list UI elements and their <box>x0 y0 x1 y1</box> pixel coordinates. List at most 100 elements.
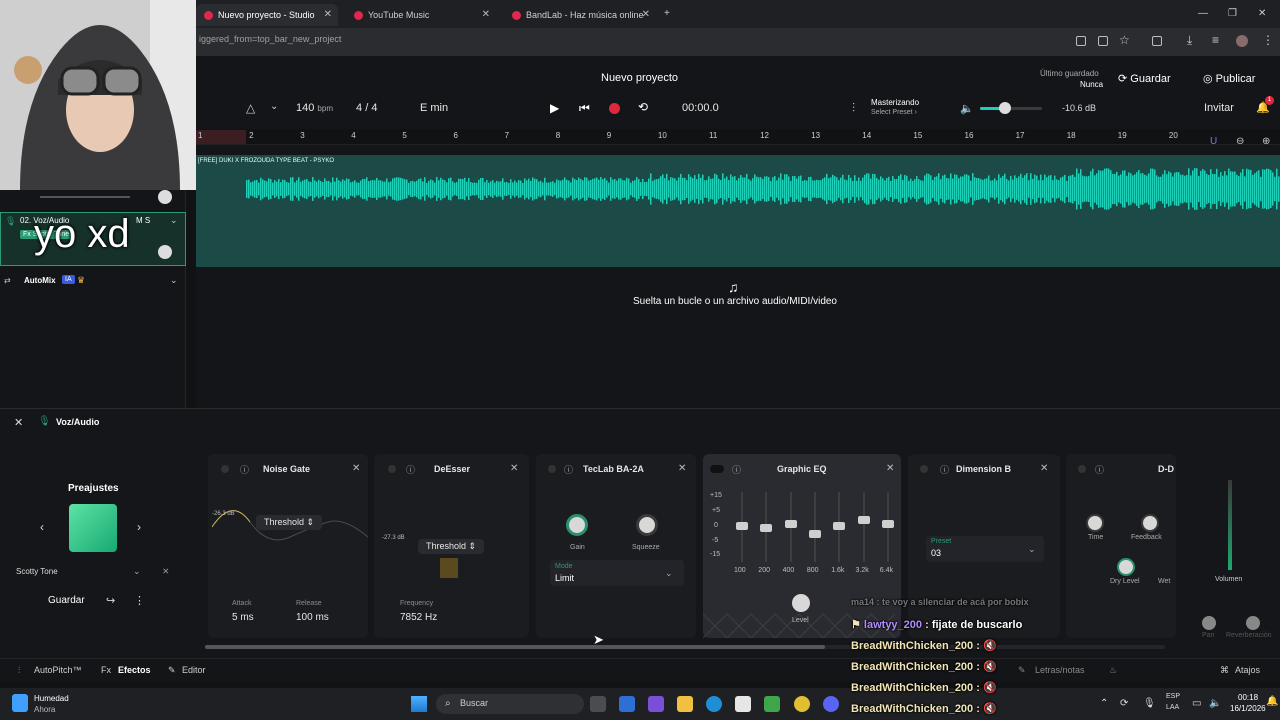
volume-meter[interactable] <box>1228 480 1232 570</box>
star-icon[interactable]: ☆ <box>1119 33 1130 47</box>
reverb-knob[interactable] <box>1246 616 1260 630</box>
automix-label[interactable]: AutoMix <box>24 276 56 285</box>
mute-solo-buttons[interactable]: M S <box>136 216 150 225</box>
master-volume-handle[interactable] <box>999 102 1011 114</box>
autopitch-tab[interactable]: AutoPitch™ <box>34 665 82 675</box>
info-icon[interactable]: ⓘ <box>940 463 949 476</box>
maximize-icon[interactable]: ❐ <box>1228 8 1237 19</box>
new-tab-icon[interactable]: + <box>664 8 670 19</box>
more-icon[interactable]: ⋮ <box>134 594 145 607</box>
key-selector[interactable]: E min <box>420 102 448 114</box>
skip-back-icon[interactable]: ⏮ <box>579 101 590 116</box>
editor-tab[interactable]: Editor <box>182 665 206 675</box>
share-icon[interactable]: ↪ <box>106 594 115 607</box>
power-toggle[interactable] <box>1078 465 1086 473</box>
clear-preset-icon[interactable]: ⨯ <box>162 566 170 577</box>
squeeze-knob[interactable] <box>636 514 658 536</box>
threshold-selector[interactable]: Threshold ⇕ <box>418 539 485 554</box>
translate-icon[interactable] <box>1076 36 1086 46</box>
mastering-preset[interactable]: Select Preset › <box>871 109 917 116</box>
pan-knob[interactable] <box>158 245 172 259</box>
teams-icon[interactable] <box>648 696 664 712</box>
close-icon[interactable]: ✕ <box>886 463 894 474</box>
chevron-down-icon[interactable]: ⌄ <box>270 101 278 112</box>
power-toggle[interactable] <box>548 465 556 473</box>
frequency-value[interactable]: 7852 Hz <box>400 612 437 623</box>
profile-avatar[interactable] <box>1236 35 1248 47</box>
tab-youtube-music[interactable]: YouTube Music ✕ <box>346 4 496 26</box>
threshold-selector[interactable]: Threshold ⇕ <box>256 515 323 530</box>
media-icon[interactable]: ≡ <box>1212 33 1219 47</box>
eq-fader-handle[interactable] <box>857 516 870 524</box>
close-tab-icon[interactable]: ✕ <box>482 4 490 26</box>
microphone-icon[interactable]: 🎙 <box>1143 698 1156 709</box>
publish-button[interactable]: ◎ Publicar <box>1203 72 1255 85</box>
volume-icon[interactable]: 🔈 <box>960 102 974 115</box>
download-icon[interactable]: ⤓ <box>1187 33 1192 48</box>
chevron-right-icon[interactable]: › <box>137 520 141 534</box>
release-value[interactable]: 100 ms <box>296 612 329 623</box>
record-button[interactable] <box>609 103 620 114</box>
eq-fader-handle[interactable] <box>784 520 797 528</box>
dry-level-knob[interactable] <box>1117 558 1135 576</box>
info-icon[interactable]: ⓘ <box>564 463 573 476</box>
sync-icon[interactable]: ⟳ <box>1120 698 1128 709</box>
discord-icon[interactable] <box>823 696 839 712</box>
task-view-icon[interactable] <box>590 696 606 712</box>
pan-knob[interactable] <box>1202 616 1216 630</box>
loop-icon[interactable]: ⟲ <box>638 100 648 114</box>
attack-value[interactable]: 5 ms <box>232 612 254 623</box>
close-window-icon[interactable]: ✕ <box>1258 8 1266 19</box>
eq-fader-handle[interactable] <box>833 522 846 530</box>
gain-knob[interactable] <box>566 514 588 536</box>
shortcuts-button[interactable]: Atajos <box>1235 665 1260 675</box>
chevron-down-icon[interactable]: ⌄ <box>133 566 141 577</box>
eq-fader-handle[interactable] <box>808 530 821 538</box>
volume-knob[interactable] <box>158 190 172 204</box>
language-top[interactable]: ESP <box>1166 693 1180 700</box>
weather-title[interactable]: Humedad <box>34 694 69 703</box>
project-title[interactable]: Nuevo proyecto <box>601 72 678 84</box>
track-volume-slider[interactable] <box>40 196 130 198</box>
power-toggle[interactable] <box>710 465 724 473</box>
file-explorer-icon[interactable] <box>677 696 693 712</box>
preset-name[interactable]: Scotty Tone <box>16 567 58 576</box>
info-icon[interactable]: ⓘ <box>732 463 741 476</box>
eq-fader-track[interactable] <box>813 492 816 562</box>
close-tab-icon[interactable]: ✕ <box>324 4 332 26</box>
power-toggle[interactable] <box>920 465 928 473</box>
save-preset-button[interactable]: Guardar <box>48 595 85 606</box>
speaker-icon[interactable]: 🔈 <box>1209 698 1221 709</box>
close-icon[interactable]: ✕ <box>678 463 686 474</box>
chevron-left-icon[interactable]: ‹ <box>40 520 44 534</box>
save-button[interactable]: ⟳ Guardar <box>1118 72 1171 85</box>
close-tab-icon[interactable]: ✕ <box>642 4 650 26</box>
menu-icon[interactable]: ⋮ <box>1262 33 1274 47</box>
xbox-icon[interactable] <box>764 696 780 712</box>
start-icon[interactable] <box>411 696 427 712</box>
metronome-icon[interactable]: △ <box>246 101 255 115</box>
close-icon[interactable]: ✕ <box>352 463 360 474</box>
preset-thumbnail[interactable] <box>69 504 117 552</box>
invite-button[interactable]: Invitar <box>1204 102 1234 114</box>
eq-fader-handle[interactable] <box>881 520 894 528</box>
eq-fader-handle[interactable] <box>760 524 773 532</box>
power-toggle[interactable] <box>221 465 229 473</box>
info-icon[interactable]: ⓘ <box>240 463 249 476</box>
chrome-icon[interactable] <box>794 696 810 712</box>
info-icon[interactable]: ⓘ <box>406 463 415 476</box>
edge-icon[interactable] <box>706 696 722 712</box>
eq-fader-track[interactable] <box>862 492 865 562</box>
cast-icon[interactable] <box>1098 36 1108 46</box>
chevron-down-icon[interactable]: ⌄ <box>170 275 178 286</box>
store-icon[interactable] <box>735 696 751 712</box>
mastering-title[interactable]: Masterizando <box>871 98 919 107</box>
taskbar-search[interactable]: Buscar <box>436 694 584 714</box>
info-icon[interactable]: ⓘ <box>1095 463 1104 476</box>
notifications-icon[interactable]: 🔔 <box>1266 696 1278 707</box>
eq-fader-handle[interactable] <box>736 522 748 530</box>
tuning-fork-icon[interactable]: ♨ <box>1109 665 1117 676</box>
tab-bandlab[interactable]: BandLab - Haz música online ✕ <box>504 4 656 26</box>
power-toggle[interactable] <box>388 465 396 473</box>
close-icon[interactable]: ✕ <box>14 416 23 429</box>
